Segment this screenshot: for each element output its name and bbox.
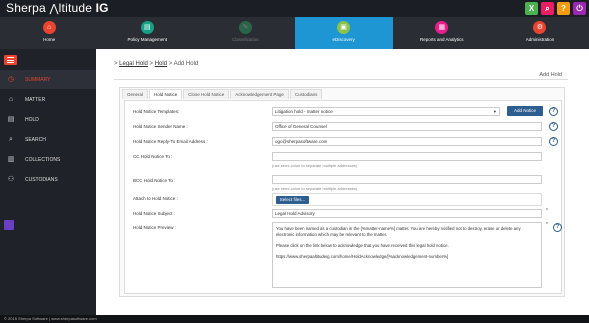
required-marker: * (546, 222, 548, 228)
breadcrumb: > Legal Hold > Hold > Add Hold (114, 61, 198, 67)
help-icon[interactable]: ? (549, 137, 558, 146)
logo-mountain-icon: ⋀ (49, 3, 59, 15)
breadcrumb-hold[interactable]: Hold (155, 61, 167, 67)
sidebar-icon: ⌕ (9, 135, 13, 143)
windows-logo-icon (4, 220, 14, 230)
sidebar-item-label: COLLECTIONS (25, 156, 61, 163)
nav-icon: ✎ (238, 21, 252, 34)
sidebar: ◷ SUMMARY ⌂ MATTER ▤ HOLD ⌕ SEARCH ▥ COLLECTIONS ⚇… (0, 49, 96, 315)
logo-text-suffix: IG (95, 1, 109, 15)
sidebar-item-matter[interactable]: ⌂ MATTER (0, 90, 96, 109)
footer: © 2015 Sherpa Software | www.sherpasoftw… (0, 315, 589, 323)
sidebar-item-label: SEARCH (25, 136, 46, 143)
sidebar-icon: ▥ (7, 155, 15, 163)
attach-label: Attach to Hold Notice : (133, 196, 178, 201)
help-icon[interactable]: ? (549, 107, 558, 116)
preview-paragraph-1: You have been named as a custodian in th… (276, 226, 521, 237)
top-bar: Sherpa ⋀ltitude IG X ⌕? ⏻ (0, 0, 589, 17)
sender-label: Hold Notice Sender Name : (133, 124, 188, 129)
help-icon[interactable]: ? (557, 2, 570, 15)
tab-general[interactable]: General (122, 89, 149, 99)
cc-field[interactable] (272, 152, 542, 161)
template-select[interactable]: Litigation hold - matter notice ▾ (272, 107, 500, 116)
main-nav: ⌂ Home ▤ Policy Management ✎ Classification ▣ e… (0, 17, 589, 49)
sidebar-item-summary[interactable]: ◷ SUMMARY (0, 70, 96, 89)
preview-paragraph-2: Please click on the link below to acknow… (276, 243, 449, 248)
nav-item-label: Policy Management (127, 37, 168, 42)
add-notice-button[interactable]: Add Notice (507, 106, 543, 116)
required-marker: * (546, 208, 548, 214)
search-doc-icon[interactable]: ⌕ (541, 2, 554, 15)
sidebar-icon: ▤ (7, 115, 15, 123)
sidebar-item-label: CUSTODIANS (25, 176, 58, 183)
nav-item-label: Classification (232, 37, 259, 42)
help-icon[interactable]: ? (553, 223, 562, 232)
tab-close-hold-notice[interactable]: Close Hold Notice (183, 89, 230, 99)
nav-item-label: Home (43, 37, 56, 42)
template-select-value: Litigation hold - matter notice (275, 109, 333, 114)
preview-label: Hold Notice Preview : (133, 225, 177, 230)
tab-acknowledgement-page[interactable]: Acknowledgement Page (230, 89, 289, 99)
hold-panel: General Hold Notice Close Hold Notice Ackno… (119, 87, 565, 297)
breadcrumb-legal-hold[interactable]: Legal Hold (119, 61, 148, 67)
top-icons: X ⌕? ⏻ (525, 2, 586, 15)
sidebar-item-collections[interactable]: ▥ COLLECTIONS (0, 150, 96, 169)
bcc-hint: (use semi-colon to separate multiple add… (272, 186, 358, 191)
page-title: Add Hold (539, 72, 562, 78)
template-label: Hold Notice Templates: (133, 109, 180, 114)
nav-icon: ▤ (140, 21, 154, 34)
excel-icon[interactable]: X (525, 2, 538, 15)
hamburger-menu-icon[interactable] (4, 55, 17, 65)
logo-text-mid: ltitude (58, 1, 96, 15)
main-content: > Legal Hold > Hold > Add Hold Add Hold … (96, 49, 589, 315)
app-logo: Sherpa ⋀ltitude IG (6, 1, 109, 15)
breadcrumb-add-hold: Add Hold (173, 61, 199, 67)
bcc-field[interactable] (272, 175, 542, 184)
sidebar-item-label: MATTER (25, 96, 46, 103)
sidebar-item-search[interactable]: ⌕ SEARCH (0, 130, 96, 149)
nav-item-ediscovery[interactable]: ▣ eDiscovery (294, 17, 393, 49)
tab-hold-notice[interactable]: Hold Notice (149, 89, 183, 99)
nav-item-label: eDiscovery (332, 37, 355, 42)
nav-icon: ▣ (337, 21, 351, 34)
reply-to-email-field[interactable]: ogc@sherpasoftware.com (272, 137, 542, 146)
tab-custodians[interactable]: Custodians (289, 89, 323, 99)
nav-item-policy-management[interactable]: ▤ Policy Management (98, 17, 196, 49)
nav-item-label: Administration (525, 37, 555, 42)
help-icon[interactable]: ? (549, 122, 558, 131)
logo-text-prefix: Sherpa (6, 1, 50, 15)
select-files-button[interactable]: Select files... (276, 196, 309, 204)
cc-hint: (use semi-colon to separate multiple add… (272, 163, 358, 168)
sidebar-item-custodians[interactable]: ⚇ CUSTODIANS (0, 170, 96, 189)
nav-item-classification[interactable]: ✎ Classification (196, 17, 294, 49)
sidebar-icon: ⚇ (7, 175, 15, 183)
sidebar-item-label: SUMMARY (25, 76, 51, 83)
sidebar-icon: ⌂ (8, 95, 14, 103)
attach-dropzone: Select files... (272, 193, 542, 206)
nav-icon: ▦ (435, 21, 449, 34)
preview-paragraph-3: https://www.sherpaaltitudeig.com/home/Ho… (276, 254, 449, 259)
reply-to-label: Hold Notice Reply-To Email Address : (133, 139, 208, 144)
title-bar: Add Hold (114, 72, 568, 80)
nav-icon: ⚙ (533, 21, 547, 34)
nav-item-label: Reports and Analytics (420, 37, 464, 42)
sidebar-icon: ◷ (7, 75, 15, 83)
sender-name-field[interactable]: Office of General Counsel (272, 122, 542, 131)
bcc-label: BCC Hold Notice To : (133, 178, 176, 183)
nav-item-home[interactable]: ⌂ Home (0, 17, 98, 49)
nav-item-administration[interactable]: ⚙ Administration (491, 17, 589, 49)
hold-notice-form: Hold Notice Templates: Litigation hold -… (124, 100, 562, 294)
nav-icon: ⌂ (42, 21, 56, 34)
sidebar-item-hold[interactable]: ▤ HOLD (0, 110, 96, 129)
tab-strip: General Hold Notice Close Hold Notice Ackno… (122, 89, 323, 99)
chevron-down-icon: ▾ (493, 109, 496, 114)
nav-item-reports-and-analytics[interactable]: ▦ Reports and Analytics (393, 17, 491, 49)
power-icon[interactable]: ⏻ (573, 2, 586, 15)
breadcrumb-separator: > (147, 61, 155, 67)
sidebar-item-label: HOLD (25, 116, 39, 123)
subject-field[interactable]: Legal Hold Advisory (272, 209, 542, 218)
preview-textarea[interactable]: You have been named as a custodian in th… (272, 222, 542, 288)
cc-label: CC Hold Notice To : (133, 154, 173, 159)
subject-label: Hold Notice Subject : (133, 211, 176, 216)
